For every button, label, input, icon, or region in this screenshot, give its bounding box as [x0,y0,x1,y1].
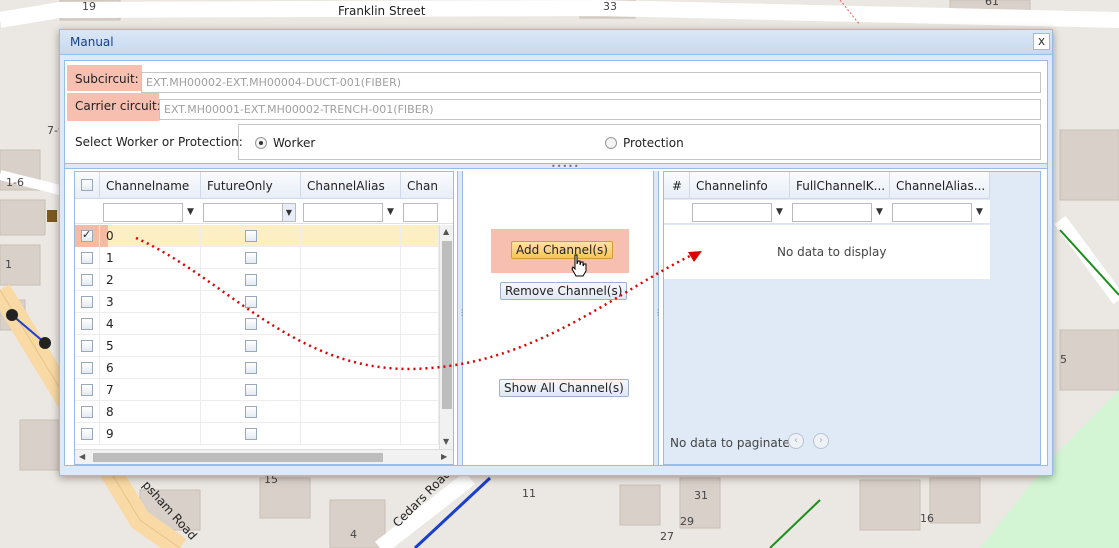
drag-arrow-annotation [135,236,702,371]
